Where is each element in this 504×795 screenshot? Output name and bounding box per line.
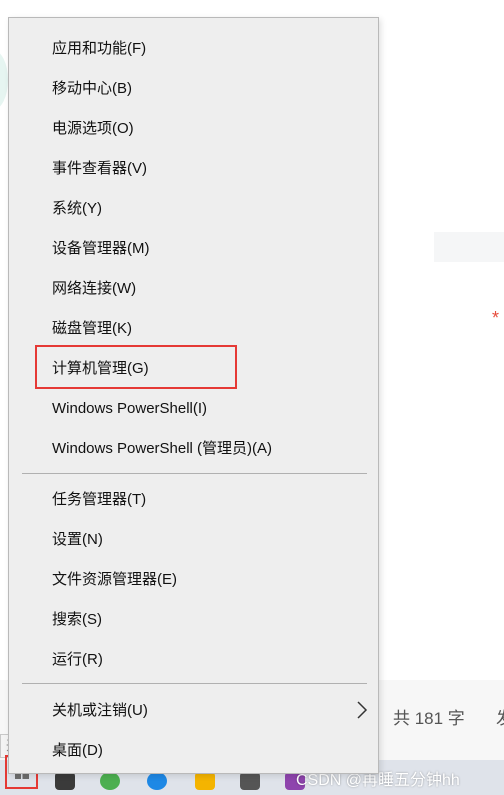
taskbar-explorer-icon[interactable] — [240, 772, 260, 790]
menu-item-powershell-admin[interactable]: Windows PowerShell (管理员)(A) — [52, 437, 272, 461]
menu-item-system[interactable]: 系统(Y) — [52, 197, 102, 221]
editor-panel-top — [434, 0, 504, 232]
menu-item-device-manager[interactable]: 设备管理器(M) — [52, 237, 150, 261]
publish-label-partial[interactable]: 发 — [496, 704, 504, 729]
menu-item-network-connections[interactable]: 网络连接(W) — [52, 277, 136, 301]
taskbar-app-icon[interactable] — [55, 772, 75, 790]
taskbar-chrome-icon[interactable] — [100, 772, 120, 790]
menu-item-shutdown-signout[interactable]: 关机或注销(U) — [52, 699, 148, 723]
winx-context-menu: 应用和功能(F) 移动中心(B) 电源选项(O) 事件查看器(V) 系统(Y) … — [8, 17, 379, 774]
menu-item-desktop[interactable]: 桌面(D) — [52, 739, 103, 763]
taskbar-edge-icon[interactable] — [147, 772, 167, 790]
menu-item-mobility-center[interactable]: 移动中心(B) — [52, 77, 132, 101]
menu-item-powershell[interactable]: Windows PowerShell(I) — [52, 397, 207, 421]
taskbar-office-icon[interactable] — [195, 772, 215, 790]
highlight-box — [35, 345, 237, 389]
menu-item-event-viewer[interactable]: 事件查看器(V) — [52, 157, 147, 181]
menu-item-file-explorer[interactable]: 文件资源管理器(E) — [52, 568, 177, 592]
menu-item-search[interactable]: 搜索(S) — [52, 608, 102, 632]
menu-separator — [22, 683, 367, 684]
word-count: 共 181 字 — [393, 709, 465, 728]
menu-item-run[interactable]: 运行(R) — [52, 648, 103, 672]
chevron-right-icon — [357, 701, 368, 719]
menu-item-apps-features[interactable]: 应用和功能(F) — [52, 37, 146, 61]
menu-item-settings[interactable]: 设置(N) — [52, 528, 103, 552]
menu-item-task-manager[interactable]: 任务管理器(T) — [52, 488, 146, 512]
menu-separator — [22, 473, 367, 474]
menu-item-disk-management[interactable]: 磁盘管理(K) — [52, 317, 132, 341]
menu-item-power-options[interactable]: 电源选项(O) — [52, 117, 134, 141]
required-star: * — [492, 308, 500, 328]
